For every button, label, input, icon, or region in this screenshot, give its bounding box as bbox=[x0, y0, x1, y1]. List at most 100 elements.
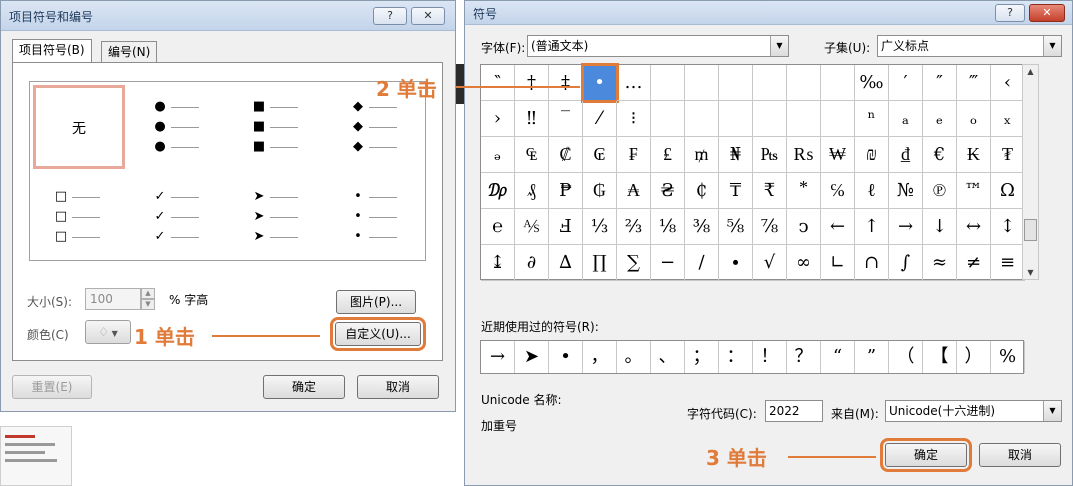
size-down-arrow[interactable]: ▼ bbox=[141, 299, 155, 310]
symbol-cell[interactable]: ↑ bbox=[855, 209, 889, 245]
symbol-cell[interactable] bbox=[685, 65, 719, 101]
symbol-cell[interactable]: ∂ bbox=[515, 245, 549, 281]
symbol-cell[interactable]: ℗ bbox=[923, 173, 957, 209]
symbol-cell[interactable]: ₪ bbox=[855, 137, 889, 173]
size-up-arrow[interactable]: ▲ bbox=[141, 288, 155, 299]
symbol-cell[interactable]: ₸ bbox=[719, 173, 753, 209]
recent-symbol-cell[interactable]: ： bbox=[719, 341, 753, 373]
symbol-cell[interactable]: √ bbox=[753, 245, 787, 281]
symbol-cell[interactable]: ₯ bbox=[481, 173, 515, 209]
symbol-cell[interactable]: ₭ bbox=[957, 137, 991, 173]
subset-dropdown[interactable]: 广义标点 ▼ bbox=[877, 35, 1062, 57]
symbol-grid-scrollbar[interactable]: ▲ ▼ bbox=[1022, 64, 1039, 280]
symbol-cell[interactable]: ∑ bbox=[617, 245, 651, 281]
symbol-cell[interactable]: ₩ bbox=[821, 137, 855, 173]
cancel-button[interactable]: 取消 bbox=[357, 375, 439, 399]
symbol-cell[interactable]: ₓ bbox=[991, 101, 1025, 137]
symbol-cell[interactable]: ⁿ bbox=[855, 101, 889, 137]
symbol-cell[interactable]: ↄ bbox=[787, 209, 821, 245]
symbol-cell[interactable]: ₴ bbox=[651, 173, 685, 209]
bullet-option-filled-circle[interactable]: ● ● ● bbox=[129, 82, 227, 172]
symbol-cell[interactable]: ‹ bbox=[991, 65, 1025, 101]
scroll-down-arrow[interactable]: ▼ bbox=[1023, 268, 1038, 277]
symbol-cell[interactable]: ⁝ bbox=[617, 101, 651, 137]
symbol-cell[interactable]: ≈ bbox=[923, 245, 957, 281]
symbol-cell-selected[interactable]: • bbox=[581, 63, 619, 103]
recent-symbol-cell[interactable]: ！ bbox=[753, 341, 787, 373]
symbol-cell[interactable]: ₧ bbox=[753, 137, 787, 173]
symbol-cell[interactable]: ₑ bbox=[923, 101, 957, 137]
symbol-cell[interactable]: ₵ bbox=[685, 173, 719, 209]
symbol-cell[interactable]: ₰ bbox=[515, 173, 549, 209]
symbol-cell[interactable]: ℮ bbox=[481, 209, 515, 245]
recent-symbol-cell[interactable]: 。 bbox=[617, 341, 651, 373]
symbol-cell[interactable]: ∫ bbox=[889, 245, 923, 281]
symbol-cell[interactable]: ₡ bbox=[549, 137, 583, 173]
symbol-cell[interactable]: → bbox=[889, 209, 923, 245]
recent-symbol-cell[interactable]: % bbox=[991, 341, 1025, 373]
symbol-cell[interactable] bbox=[651, 65, 685, 101]
bullet-option-none[interactable]: 无 bbox=[30, 82, 128, 172]
recent-symbol-cell[interactable]: 、 bbox=[651, 341, 685, 373]
symbol-cell[interactable]: ∕ bbox=[685, 245, 719, 281]
symbol-cell[interactable]: ∟ bbox=[821, 245, 855, 281]
reset-button[interactable]: 重置(E) bbox=[12, 375, 92, 399]
from-dropdown[interactable]: Unicode(十六进制) ▼ bbox=[885, 400, 1062, 422]
symbol-cell[interactable]: ↕ bbox=[991, 209, 1025, 245]
symbol-cell[interactable]: ″ bbox=[923, 65, 957, 101]
symbol-cell[interactable]: ⅔ bbox=[617, 209, 651, 245]
help-button[interactable]: ? bbox=[373, 7, 407, 25]
symbol-cell[interactable]: ₢ bbox=[583, 137, 617, 173]
symbol-cell[interactable]: ∆ bbox=[549, 245, 583, 281]
recent-symbol-cell[interactable]: ） bbox=[957, 341, 991, 373]
symbol-cell[interactable] bbox=[719, 101, 753, 137]
font-dropdown[interactable]: (普通文本) ▼ bbox=[527, 35, 789, 57]
ok-button[interactable]: 确定 bbox=[263, 375, 345, 399]
symbol-cell[interactable]: ₔ bbox=[481, 137, 515, 173]
symbol-cell[interactable]: ↨ bbox=[481, 245, 515, 281]
symbol-cell[interactable]: Ω bbox=[991, 173, 1025, 209]
recent-symbol-cell[interactable]: ？ bbox=[787, 341, 821, 373]
scroll-up-arrow[interactable]: ▲ bbox=[1023, 67, 1038, 76]
symbol-cell[interactable] bbox=[753, 65, 787, 101]
symbol-cell[interactable] bbox=[685, 101, 719, 137]
symbol-cell[interactable]: ₥ bbox=[685, 137, 719, 173]
bullet-option-arrowhead[interactable]: ➤ ➤ ➤ bbox=[228, 172, 326, 262]
tab-numbering[interactable]: 编号(N) bbox=[101, 41, 158, 63]
symbol-cell[interactable]: ₨ bbox=[787, 137, 821, 173]
symbol-cell[interactable]: ₦ bbox=[719, 137, 753, 173]
symbol-cell[interactable]: ∩ bbox=[855, 245, 889, 281]
symbol-cell[interactable]: ⁄ bbox=[583, 101, 617, 137]
symbol-cell[interactable]: ℓ bbox=[855, 173, 889, 209]
symbol-cell[interactable]: ₤ bbox=[651, 137, 685, 173]
recent-symbol-cell[interactable]: ； bbox=[685, 341, 719, 373]
recent-symbol-cell[interactable]: ” bbox=[855, 341, 889, 373]
symbol-cell[interactable]: † bbox=[515, 65, 549, 101]
symbol-cell[interactable]: ← bbox=[821, 209, 855, 245]
symbol-cell[interactable]: € bbox=[923, 137, 957, 173]
symbol-cell[interactable]: ₠ bbox=[515, 137, 549, 173]
symbol-cell[interactable]: ⅛ bbox=[651, 209, 685, 245]
symbol-cell[interactable]: ⅝ bbox=[719, 209, 753, 245]
symbol-cell[interactable]: ⅓ bbox=[583, 209, 617, 245]
symbol-cell[interactable] bbox=[821, 101, 855, 137]
recent-symbol-cell[interactable]: ， bbox=[583, 341, 617, 373]
symbol-cell[interactable]: ‼ bbox=[515, 101, 549, 137]
recent-symbol-cell[interactable]: （ bbox=[889, 341, 923, 373]
symbol-cell[interactable]: ₫ bbox=[889, 137, 923, 173]
symbol-cell[interactable]: ℅ bbox=[821, 173, 855, 209]
symbol-cell[interactable]: ′ bbox=[889, 65, 923, 101]
symbol-cell[interactable]: … bbox=[617, 65, 651, 101]
symbol-cancel-button[interactable]: 取消 bbox=[979, 443, 1061, 467]
symbol-cell[interactable]: ₣ bbox=[617, 137, 651, 173]
symbol-cell[interactable]: Ⅎ bbox=[549, 209, 583, 245]
symbol-cell[interactable]: ₮ bbox=[991, 137, 1025, 173]
recent-symbol-cell[interactable]: ➤ bbox=[515, 341, 549, 373]
symbol-cell[interactable]: ⅞ bbox=[753, 209, 787, 245]
recent-symbol-cell[interactable]: → bbox=[481, 341, 515, 373]
symbol-cell[interactable]: ≡ bbox=[991, 245, 1025, 281]
symbol-cell[interactable] bbox=[753, 101, 787, 137]
symbol-ok-button[interactable]: 确定 bbox=[880, 438, 972, 472]
symbol-cell[interactable]: ₳ bbox=[617, 173, 651, 209]
symbol-cell[interactable] bbox=[821, 65, 855, 101]
